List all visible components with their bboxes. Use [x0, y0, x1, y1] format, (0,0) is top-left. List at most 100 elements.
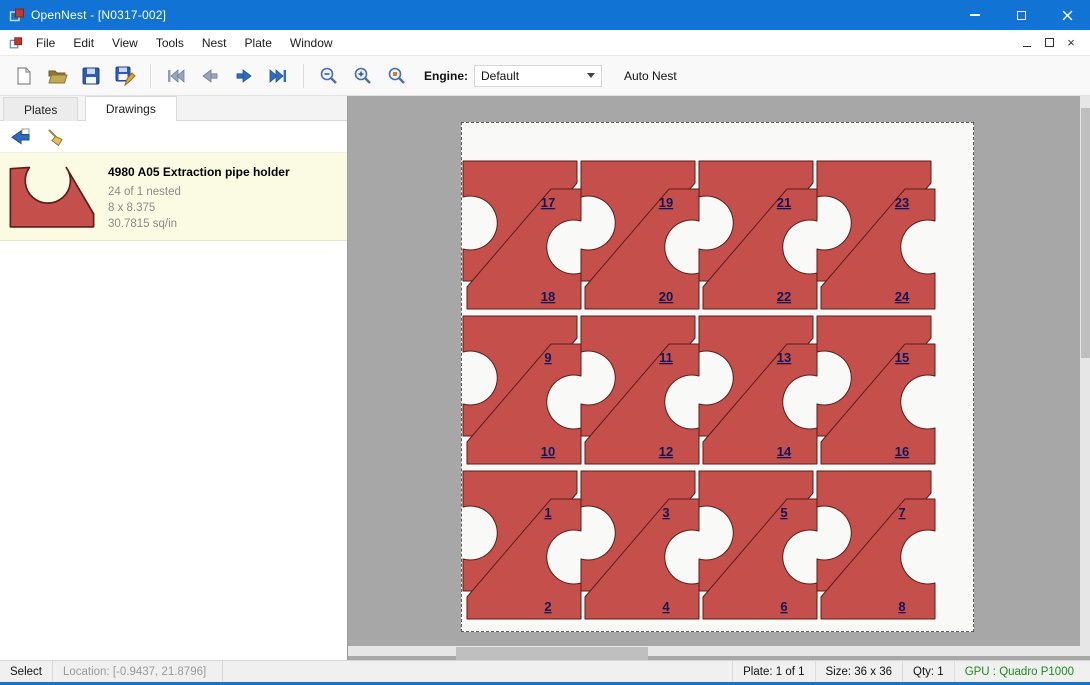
- zoom-fit-icon: [387, 66, 407, 86]
- part-number-label: 16: [895, 444, 909, 459]
- part-number-label: 12: [659, 444, 673, 459]
- part-number-label: 2: [544, 599, 551, 614]
- drawing-nested-count: 24 of 1 nested: [108, 184, 290, 200]
- part-number-label: 15: [895, 350, 909, 365]
- plate[interactable]: 171819202122232491011121314151612345678: [461, 122, 974, 632]
- menu-plate[interactable]: Plate: [236, 30, 281, 55]
- auto-nest-button[interactable]: Auto Nest: [624, 69, 677, 83]
- horizontal-scrollbar-thumb[interactable]: [456, 647, 648, 660]
- clean-drawings-button[interactable]: [42, 124, 70, 150]
- minimize-button[interactable]: [952, 0, 998, 30]
- zoom-in-icon: [353, 66, 373, 86]
- status-mode: Select: [0, 661, 53, 682]
- part-number-label: 8: [898, 599, 905, 614]
- close-icon: [1062, 10, 1073, 21]
- import-drawing-button[interactable]: [6, 124, 34, 150]
- menu-bar: File Edit View Tools Nest Plate Window ×: [0, 30, 1090, 56]
- toolbar-separator: [303, 64, 304, 88]
- toolbar-separator: [150, 64, 151, 88]
- zoom-out-icon: [319, 66, 339, 86]
- mdi-restore-icon: [1045, 38, 1054, 47]
- engine-value: Default: [481, 69, 519, 83]
- import-arrow-icon: [9, 127, 31, 147]
- status-size: Size: 36 x 36: [815, 661, 902, 682]
- nav-next-icon: [234, 68, 254, 84]
- horizontal-scrollbar[interactable]: [348, 646, 1080, 656]
- toolbar: Engine: Default Auto Nest: [0, 56, 1090, 96]
- zoom-fit-button[interactable]: [380, 60, 414, 92]
- menu-nest[interactable]: Nest: [193, 30, 236, 55]
- status-plate: Plate: 1 of 1: [732, 661, 814, 682]
- part-number-label: 20: [659, 289, 673, 304]
- status-bar: Select Location: [-0.9437, 21.8796] Plat…: [0, 660, 1090, 682]
- drawing-title: 4980 A05 Extraction pipe holder: [108, 165, 290, 179]
- drawings-toolbar: [0, 121, 347, 153]
- drawing-dimensions: 8 x 8.375: [108, 200, 290, 216]
- last-plate-button[interactable]: [261, 60, 295, 92]
- open-folder-icon: [46, 65, 68, 87]
- part-number-label: 1: [544, 505, 551, 520]
- title-bar: OpenNest - [N0317-002]: [0, 0, 1090, 30]
- tab-plates[interactable]: Plates: [3, 97, 78, 121]
- nav-last-icon: [268, 68, 288, 84]
- nest-canvas[interactable]: 171819202122232491011121314151612345678: [348, 96, 1090, 660]
- side-panel: Plates Drawings: [0, 96, 348, 660]
- previous-plate-button[interactable]: [193, 60, 227, 92]
- broom-icon: [46, 127, 66, 147]
- close-button[interactable]: [1044, 0, 1090, 30]
- part-number-label: 24: [895, 289, 910, 304]
- part-number-label: 23: [895, 195, 909, 210]
- part-number-label: 22: [777, 289, 791, 304]
- tab-drawings[interactable]: Drawings: [85, 96, 177, 121]
- menu-window[interactable]: Window: [281, 30, 342, 55]
- drawing-info: 4980 A05 Extraction pipe holder 24 of 1 …: [108, 161, 290, 232]
- menu-tools[interactable]: Tools: [147, 30, 193, 55]
- app-icon: [9, 7, 25, 23]
- zoom-out-button[interactable]: [312, 60, 346, 92]
- status-location: Location: [-0.9437, 21.8796]: [53, 661, 223, 682]
- mdi-restore-button[interactable]: [1038, 33, 1060, 53]
- menu-view[interactable]: View: [103, 30, 147, 55]
- main-region: Plates Drawings: [0, 96, 1090, 660]
- part-number-label: 9: [544, 350, 551, 365]
- save-edit-button[interactable]: [108, 60, 142, 92]
- mdi-close-button[interactable]: ×: [1060, 33, 1082, 53]
- menu-edit[interactable]: Edit: [64, 30, 103, 55]
- engine-select[interactable]: Default: [474, 65, 602, 87]
- part-number-label: 13: [777, 350, 791, 365]
- mdi-minimize-icon: [1023, 46, 1031, 48]
- window-title: OpenNest - [N0317-002]: [31, 8, 166, 22]
- save-icon: [81, 66, 101, 86]
- part-number-label: 11: [659, 350, 673, 365]
- save-edit-icon: [114, 65, 136, 87]
- drawing-list-item[interactable]: 4980 A05 Extraction pipe holder 24 of 1 …: [0, 153, 347, 241]
- save-button[interactable]: [74, 60, 108, 92]
- engine-label: Engine:: [424, 69, 468, 83]
- nav-first-icon: [166, 68, 186, 84]
- drawing-area: 30.7815 sq/in: [108, 216, 290, 232]
- menu-file[interactable]: File: [27, 30, 64, 55]
- mdi-minimize-button[interactable]: [1016, 33, 1038, 53]
- tab-strip: Plates Drawings: [0, 96, 347, 121]
- part-number-label: 10: [541, 444, 555, 459]
- zoom-in-button[interactable]: [346, 60, 380, 92]
- vertical-scrollbar-thumb[interactable]: [1081, 108, 1090, 358]
- part-number-label: 17: [541, 195, 555, 210]
- app-window: OpenNest - [N0317-002] File Edit View To…: [0, 0, 1090, 685]
- new-button[interactable]: [6, 60, 40, 92]
- part-number-label: 7: [898, 505, 905, 520]
- open-button[interactable]: [40, 60, 74, 92]
- drawing-thumbnail: [8, 161, 96, 231]
- vertical-scrollbar[interactable]: [1080, 96, 1090, 646]
- nested-parts-layout: 171819202122232491011121314151612345678: [462, 123, 973, 631]
- document-mdi-icon: [9, 36, 23, 50]
- maximize-icon: [1017, 11, 1026, 20]
- first-plate-button[interactable]: [159, 60, 193, 92]
- part-number-label: 5: [780, 505, 787, 520]
- maximize-button[interactable]: [998, 0, 1044, 30]
- new-document-icon: [13, 66, 33, 86]
- status-qty: Qty: 1: [902, 661, 954, 682]
- next-plate-button[interactable]: [227, 60, 261, 92]
- part-number-label: 21: [777, 195, 791, 210]
- mdi-close-icon: ×: [1067, 36, 1075, 49]
